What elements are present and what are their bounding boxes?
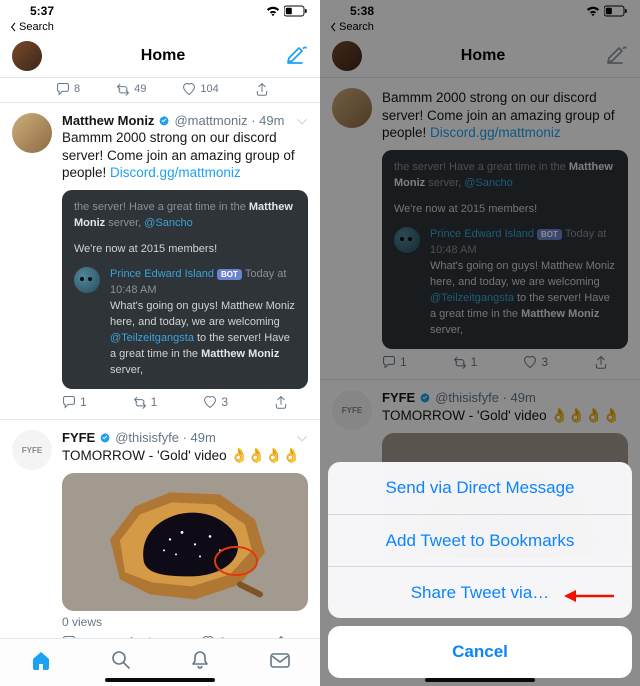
send-dm-button[interactable]: Send via Direct Message	[328, 462, 632, 514]
status-bar: 5:37	[0, 0, 320, 20]
home-indicator	[105, 678, 215, 682]
share-button[interactable]	[255, 82, 269, 96]
chevron-left-icon	[330, 22, 337, 32]
media-thumbnail[interactable]	[62, 473, 308, 611]
wifi-icon	[586, 4, 600, 18]
author-handle: @thisisfyfe · 49m	[115, 430, 216, 445]
tweet-1[interactable]: Matthew Moniz @mattmoniz · 49m Bammm 200…	[0, 103, 320, 420]
view-count: 0 views	[62, 615, 308, 629]
back-to-search[interactable]: Search	[0, 20, 320, 34]
reply-button[interactable]: 8	[56, 82, 80, 96]
page-title: Home	[141, 47, 185, 65]
tab-notifications[interactable]	[190, 650, 210, 675]
home-indicator	[425, 678, 535, 682]
status-bar: 5:38	[320, 0, 640, 20]
author-name: FYFE	[62, 430, 95, 445]
feed: 8 49 104 Matthew Moniz @mattmoniz · 49m …	[0, 78, 320, 638]
back-to-search[interactable]: Search	[320, 20, 640, 34]
verified-icon	[158, 115, 170, 127]
wifi-icon	[266, 4, 280, 18]
tweet-actions: 1 1 3	[62, 389, 292, 409]
status-time: 5:37	[30, 4, 54, 18]
status-time: 5:38	[350, 4, 374, 18]
tweet-2[interactable]: FYFE @thisisfyfe · 49m TOMORROW - 'Gold'…	[0, 420, 320, 638]
battery-icon	[284, 5, 308, 17]
like-button[interactable]: 3	[203, 395, 228, 409]
author-handle: @mattmoniz · 49m	[174, 113, 284, 128]
share-button[interactable]	[274, 395, 288, 409]
tweet-actions: 1 2	[62, 629, 292, 638]
prev-tweet-actions: 8 49 104	[0, 78, 320, 103]
link[interactable]: Discord.gg/mattmoniz	[110, 165, 241, 180]
more-caret-icon[interactable]	[296, 116, 308, 126]
verified-icon	[99, 432, 111, 444]
action-sheet: Send via Direct Message Add Tweet to Boo…	[328, 462, 632, 678]
compose-button[interactable]	[284, 45, 308, 67]
tab-messages[interactable]	[269, 650, 291, 675]
author-name: Matthew Moniz	[62, 113, 154, 128]
profile-avatar[interactable]	[12, 41, 42, 71]
add-bookmark-button[interactable]: Add Tweet to Bookmarks	[328, 514, 632, 566]
tweet-text: Bammm 2000 strong on our discord server!…	[62, 129, 308, 182]
back-label: Search	[19, 21, 54, 33]
tab-home[interactable]	[30, 650, 52, 675]
quote-card[interactable]: the server! Have a great time in the Mat…	[62, 190, 308, 389]
more-caret-icon[interactable]	[296, 433, 308, 443]
tab-search[interactable]	[111, 650, 131, 675]
battery-icon	[604, 5, 628, 17]
avatar[interactable]	[12, 430, 52, 470]
like-button[interactable]: 104	[182, 82, 218, 96]
navbar: Home	[0, 34, 320, 78]
bot-avatar	[74, 267, 100, 293]
back-label: Search	[339, 21, 374, 33]
tab-bar	[0, 638, 320, 686]
retweet-button[interactable]: 49	[116, 82, 146, 96]
tweet-text: TOMORROW - 'Gold' video 👌👌👌👌	[62, 446, 308, 465]
reply-button[interactable]: 1	[62, 395, 87, 409]
avatar[interactable]	[12, 113, 52, 153]
cancel-button[interactable]: Cancel	[328, 626, 632, 678]
chevron-left-icon	[10, 22, 17, 32]
retweet-button[interactable]: 1	[133, 395, 158, 409]
annotation-arrow-icon	[564, 589, 614, 603]
